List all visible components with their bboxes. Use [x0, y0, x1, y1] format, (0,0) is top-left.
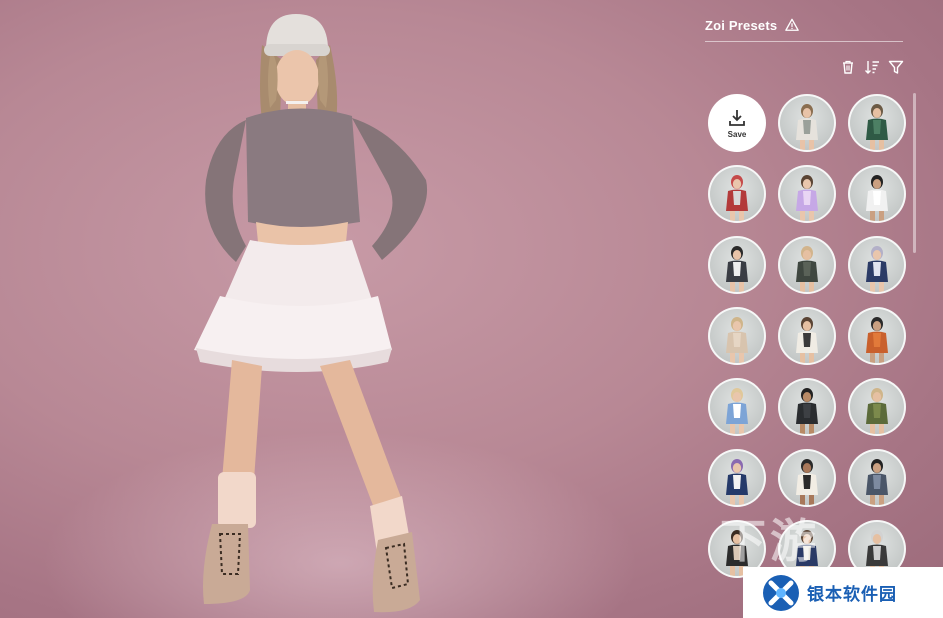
preset-figure — [866, 459, 888, 505]
preset-thumbnail[interactable] — [778, 449, 836, 507]
zoi-character — [194, 14, 428, 613]
preset-figure — [796, 459, 818, 505]
preset-figure — [726, 459, 748, 505]
preset-figure — [866, 388, 888, 434]
preset-thumbnail[interactable] — [708, 378, 766, 436]
preset-figure — [796, 104, 818, 150]
preset-figure — [796, 246, 818, 292]
preset-thumbnail[interactable] — [708, 236, 766, 294]
warning-icon[interactable] — [785, 18, 800, 32]
save-preset-button[interactable]: Save — [708, 94, 766, 152]
preset-figure — [726, 175, 748, 221]
watermark-faded-text: 下游 — [720, 515, 820, 567]
preset-thumbnail[interactable] — [778, 165, 836, 223]
preset-thumbnail[interactable] — [848, 94, 906, 152]
sort-icon[interactable] — [864, 59, 880, 75]
panel-header: Zoi Presets — [705, 14, 903, 42]
preset-figure — [866, 246, 888, 292]
watermark-text: 银本软件园 — [807, 585, 897, 604]
preset-thumbnail[interactable] — [778, 378, 836, 436]
preset-thumbnail[interactable] — [708, 307, 766, 365]
preset-thumbnail[interactable] — [708, 165, 766, 223]
preset-thumbnail[interactable] — [848, 378, 906, 436]
preset-toolbar — [840, 59, 904, 75]
preset-thumbnail[interactable] — [848, 236, 906, 294]
preset-figure — [796, 388, 818, 434]
download-icon — [729, 109, 745, 126]
preset-figure — [726, 317, 748, 363]
preset-scrollbar[interactable] — [913, 93, 916, 253]
preset-thumbnail[interactable] — [848, 165, 906, 223]
watermark-badge: 银本软件园 — [743, 567, 943, 618]
preset-figure — [866, 104, 888, 150]
preset-figure — [726, 246, 748, 292]
preset-figure — [866, 175, 888, 221]
preset-figure — [796, 175, 818, 221]
preset-figure — [796, 317, 818, 363]
preset-thumbnail[interactable] — [848, 307, 906, 365]
filter-icon[interactable] — [888, 59, 904, 75]
trash-icon[interactable] — [840, 59, 856, 75]
preset-thumbnail[interactable] — [778, 94, 836, 152]
preset-thumbnail[interactable] — [708, 449, 766, 507]
watermark-logo-icon — [763, 574, 799, 611]
preset-thumbnail[interactable] — [778, 307, 836, 365]
preset-thumbnail[interactable] — [778, 236, 836, 294]
preset-figure — [866, 317, 888, 363]
panel-title: Zoi Presets — [705, 18, 778, 33]
preset-figure — [726, 388, 748, 434]
character-viewport[interactable] — [0, 0, 680, 618]
save-label: Save — [727, 129, 747, 139]
preset-thumbnail[interactable] — [848, 449, 906, 507]
